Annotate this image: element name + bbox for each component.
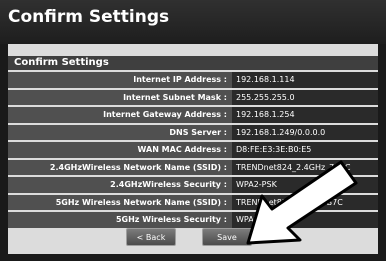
pointer-arrow-icon <box>246 160 358 245</box>
